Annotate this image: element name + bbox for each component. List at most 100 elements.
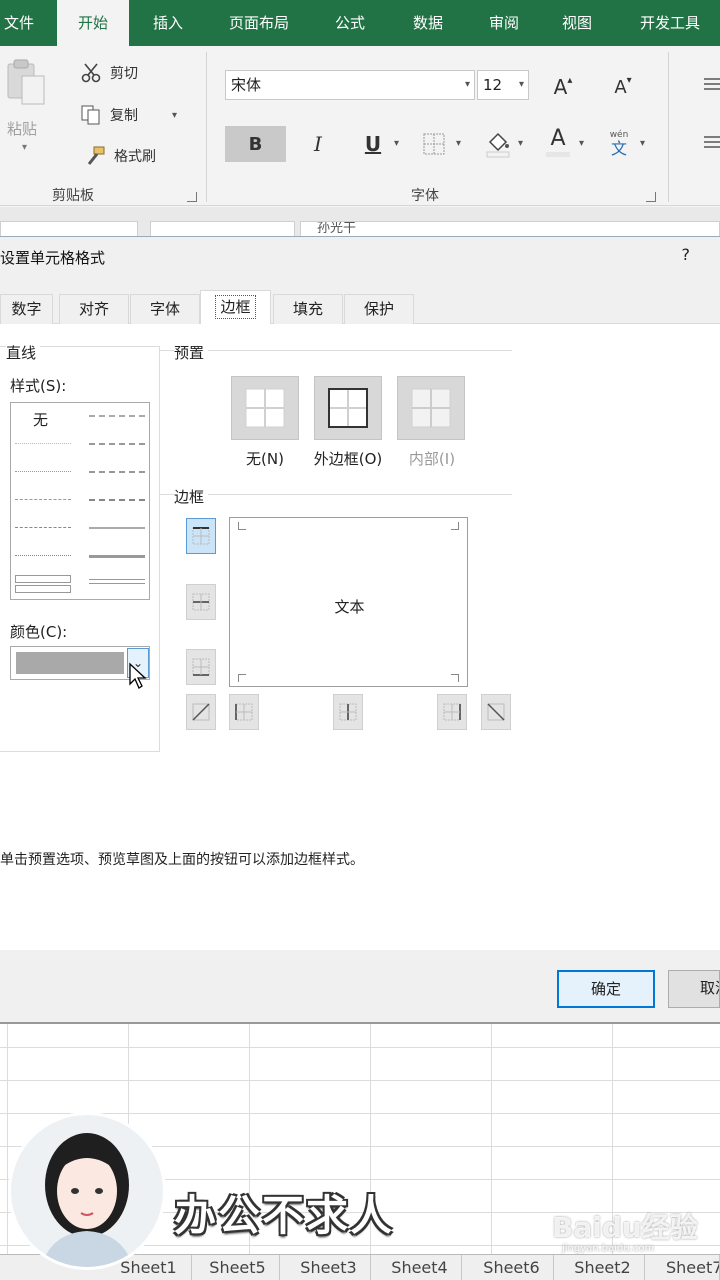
tab-view[interactable]: 视图 <box>547 0 607 46</box>
preset-outline-button[interactable] <box>314 376 382 440</box>
sheet-tab[interactable]: Sheet7 <box>652 1255 720 1280</box>
border-center-button[interactable] <box>333 694 363 730</box>
line-style-option[interactable] <box>15 443 71 444</box>
watermark-url: jingyan.baidu.com <box>562 1243 655 1254</box>
tab-data[interactable]: 数据 <box>398 0 458 46</box>
tab-border-label: 边框 <box>215 295 256 319</box>
italic-button[interactable]: I <box>303 126 333 162</box>
font-size-box[interactable]: 12 ▾ <box>477 70 529 100</box>
cut-button[interactable]: 剪切 <box>78 60 138 86</box>
watermark-logo: Baidu经验 <box>552 1211 698 1244</box>
borders-icon <box>423 133 445 155</box>
format-painter-button[interactable]: 格式刷 <box>82 143 156 169</box>
tab-formulas[interactable]: 公式 <box>320 0 380 46</box>
ok-button[interactable]: 确定 <box>557 970 655 1008</box>
line-style-option[interactable] <box>89 415 145 417</box>
line-style-option[interactable] <box>89 579 145 584</box>
line-style-option[interactable] <box>15 527 71 528</box>
paste-icon[interactable] <box>4 58 46 108</box>
phonetic-dropdown-icon[interactable]: ▾ <box>640 138 645 149</box>
tab-page-layout[interactable]: 页面布局 <box>216 0 302 46</box>
border-divider <box>160 494 512 495</box>
tab-file[interactable]: 文件 <box>0 0 38 46</box>
line-style-list[interactable]: 无 <box>10 402 150 600</box>
bold-button[interactable]: B <box>225 126 286 162</box>
preset-outline-label[interactable]: 外边框(O) <box>306 448 390 469</box>
help-button[interactable]: ? <box>682 245 691 264</box>
cancel-button[interactable]: 取消 <box>668 970 720 1008</box>
sheet-tab[interactable]: Sheet4 <box>378 1255 462 1280</box>
preset-none-button[interactable] <box>231 376 299 440</box>
border-left-button[interactable] <box>229 694 259 730</box>
tab-border[interactable]: 边框 <box>200 290 271 325</box>
font-color-button[interactable]: A <box>543 124 573 160</box>
border-middle-button[interactable] <box>186 584 216 620</box>
paste-label[interactable]: 粘贴 <box>7 118 37 139</box>
tab-review[interactable]: 审阅 <box>474 0 534 46</box>
font-name-dropdown-icon[interactable]: ▾ <box>465 71 470 99</box>
line-style-none[interactable]: 无 <box>33 409 48 430</box>
line-style-option[interactable] <box>15 499 71 500</box>
preset-none-label[interactable]: 无(N) <box>231 448 299 469</box>
fill-color-dropdown-icon[interactable]: ▾ <box>518 138 523 149</box>
border-right-button[interactable] <box>437 694 467 730</box>
align-top-icon[interactable] <box>700 70 720 100</box>
underline-button[interactable]: U <box>358 126 388 162</box>
clipboard-launcher-icon[interactable] <box>187 192 197 202</box>
formula-bar: 孙光干 <box>0 207 720 243</box>
copy-label: 复制 <box>110 108 138 124</box>
border-bottom-button[interactable] <box>186 649 216 685</box>
copy-button[interactable]: 复制 ▾ <box>78 102 177 128</box>
border-top-button[interactable] <box>186 518 216 554</box>
fill-color-button[interactable] <box>482 126 514 162</box>
font-color-dropdown-icon[interactable]: ▾ <box>579 138 584 149</box>
paste-dropdown-icon[interactable]: ▾ <box>22 142 27 153</box>
border-top-icon <box>192 527 210 545</box>
sheet-tab[interactable]: Sheet3 <box>287 1255 371 1280</box>
font-name-box[interactable]: 宋体 ▾ <box>225 70 475 100</box>
tab-insert[interactable]: 插入 <box>140 0 196 46</box>
border-bottom-icon <box>192 658 210 676</box>
sheet-tab[interactable]: Sheet6 <box>470 1255 554 1280</box>
line-style-option[interactable] <box>15 585 71 593</box>
tab-fill[interactable]: 填充 <box>273 294 343 324</box>
line-style-option[interactable] <box>15 471 71 472</box>
tab-protection[interactable]: 保护 <box>344 294 414 324</box>
tab-alignment[interactable]: 对齐 <box>59 294 129 324</box>
align-left-icon[interactable] <box>700 128 720 158</box>
grow-font-button[interactable]: A ▴ <box>550 72 576 102</box>
preset-section-label: 预置 <box>174 342 209 363</box>
font-size-dropdown-icon[interactable]: ▾ <box>519 71 524 99</box>
dialog-tabs: 数字 对齐 字体 边框 填充 保护 <box>0 288 720 325</box>
preset-inside-icon <box>411 388 451 428</box>
sheet-tab[interactable]: Sheet5 <box>196 1255 280 1280</box>
format-cells-dialog: 设置单元格格式 ? 数字 对齐 字体 边框 填充 保护 直线 样式(S): 无 <box>0 236 720 1022</box>
tab-developer[interactable]: 开发工具 <box>628 0 712 46</box>
phonetic-button[interactable]: wén 文 <box>603 126 635 162</box>
border-section-label: 边框 <box>174 486 209 507</box>
border-diagonal-up-button[interactable] <box>186 694 216 730</box>
borders-dropdown-icon[interactable]: ▾ <box>456 138 461 149</box>
line-style-option[interactable] <box>89 471 145 473</box>
sheet-tab[interactable]: Sheet2 <box>561 1255 645 1280</box>
border-preview[interactable]: 文本 <box>229 517 468 687</box>
line-style-option[interactable] <box>15 555 71 556</box>
copy-dropdown-icon[interactable]: ▾ <box>172 110 177 121</box>
border-diagonal-down-button[interactable] <box>481 694 511 730</box>
line-style-option[interactable] <box>89 527 145 529</box>
tab-home[interactable]: 开始 <box>57 0 129 46</box>
brush-icon <box>82 144 108 168</box>
line-style-option[interactable] <box>89 443 145 445</box>
shrink-font-icon: A <box>614 76 627 98</box>
tab-font[interactable]: 字体 <box>130 294 200 324</box>
shrink-font-button[interactable]: A ▾ <box>610 72 636 102</box>
underline-dropdown-icon[interactable]: ▾ <box>394 138 399 149</box>
line-style-option[interactable] <box>89 555 145 558</box>
tab-number[interactable]: 数字 <box>0 294 53 324</box>
copy-icon <box>78 103 104 127</box>
line-style-option[interactable] <box>15 575 71 583</box>
font-launcher-icon[interactable] <box>646 192 656 202</box>
borders-button[interactable] <box>420 130 448 158</box>
line-style-option[interactable] <box>89 499 145 501</box>
format-painter-label: 格式刷 <box>114 149 156 165</box>
